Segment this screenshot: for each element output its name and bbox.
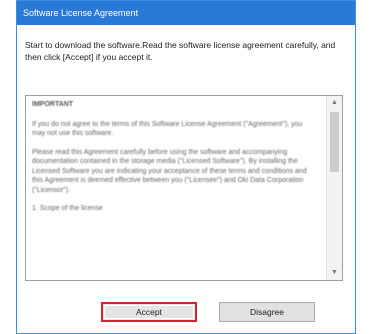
vertical-scrollbar[interactable]: ▲ ▼ (326, 96, 342, 280)
license-paragraph: If you do not agree to the terms of this… (32, 120, 303, 138)
dialog-title: Software License Agreement (17, 1, 355, 25)
scroll-up-arrow-icon[interactable]: ▲ (327, 96, 342, 110)
accept-button[interactable]: Accept (101, 302, 197, 322)
dialog-content: Start to download the software.Read the … (17, 25, 355, 333)
license-paragraph: 1. Scope of the license (32, 205, 103, 212)
scroll-down-arrow-icon[interactable]: ▼ (327, 266, 342, 280)
disagree-button[interactable]: Disagree (219, 302, 315, 322)
license-text-box[interactable]: IMPORTANT If you do not agree to the ter… (25, 95, 343, 281)
license-heading: IMPORTANT (32, 101, 74, 108)
license-paragraph: Please read this Agreement carefully bef… (32, 148, 307, 194)
intro-text: Start to download the software.Read the … (25, 40, 336, 62)
scroll-thumb[interactable] (330, 112, 339, 172)
license-text: IMPORTANT If you do not agree to the ter… (32, 100, 316, 223)
license-dialog: Software License Agreement Start to down… (16, 0, 356, 334)
